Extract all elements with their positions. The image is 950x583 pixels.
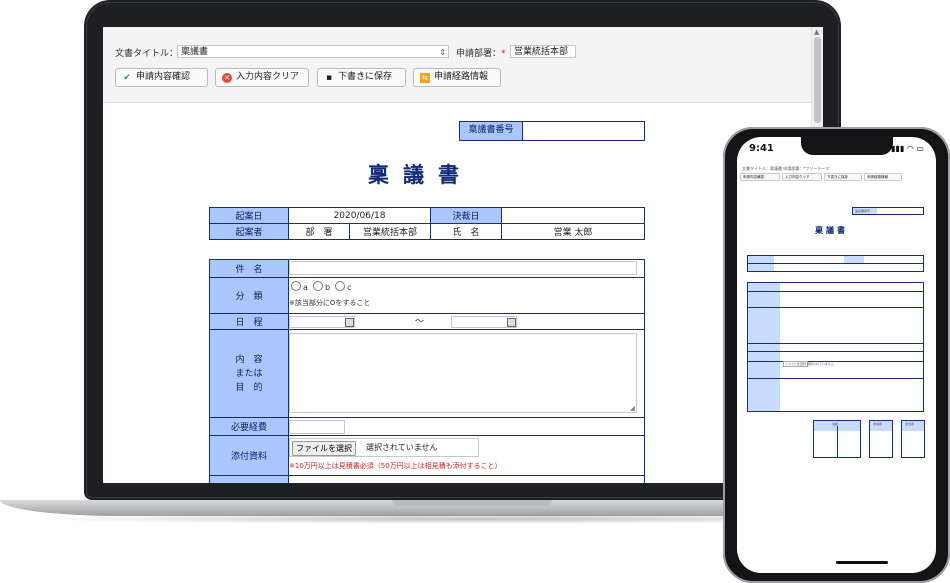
check-icon: ✔ [123,73,131,83]
route-info-label: 申請経路情報 [434,72,489,82]
radio-a-icon[interactable] [291,281,301,291]
calendar-start-icon[interactable] [345,318,354,327]
route-icon: ⇆ [420,73,430,83]
laptop-screen: 文書タイトル： 稟議書 ⇕ 申請部署：* 営業統括本部 ✔ 申請内容確認 ✕ 入… [103,27,823,483]
category-radio-group[interactable]: a b c [291,281,352,292]
purpose-label: 内 容 または 目 的 [209,329,289,418]
phone-approval-box-1: 決裁 [813,420,861,458]
radio-c-icon[interactable] [335,281,346,291]
schedule-label: 日 程 [209,313,289,330]
phone-home-indicator [836,561,888,564]
category-note: ※該当部分にOをすること [289,299,371,307]
cost-input[interactable] [289,420,345,434]
clear-button-label: 入力内容クリア [236,72,300,82]
phone-title: 稟議書 [815,225,848,235]
phone-approval-header-2: 申請者 [873,422,883,426]
phone-notch [801,137,893,155]
phone-doc-number-label: 稟議書番号 [855,209,871,213]
subject-input[interactable] [289,261,637,275]
phone-doc-number-box: 稟議書番号 [852,207,924,215]
field-options-icon[interactable]: ⇕ [439,46,446,57]
phone-info-table [747,255,924,272]
scrollbar-thumb[interactable] [814,37,821,123]
purpose-label-line1: 内 容 [235,354,263,365]
purpose-label-line3: 目 的 [235,382,263,393]
schedule-separator: ～ [415,317,425,327]
save-draft-button[interactable]: ▪ 下書きに保存 [317,68,406,87]
phone-confirm-button[interactable]: 申請内容確認 [740,173,780,181]
phone-approval-header-1: 決裁 [832,422,839,426]
decision-date-value[interactable] [501,207,645,224]
phone-approval-box-2: 申請者 [869,420,893,458]
confirm-button-label: 申請内容確認 [136,72,191,82]
dept-input[interactable]: 営業統括本部 [510,45,576,58]
form-header-bar: 文書タイトル： 稟議書 ⇕ 申請部署：* 営業統括本部 ✔ 申請内容確認 ✕ 入… [103,27,811,103]
next-row-label [209,475,289,483]
doc-number-value[interactable] [523,122,644,140]
dept-label: 申請部署：* [456,49,506,59]
choose-file-button[interactable]: ファイルを選択 [292,441,356,456]
phone-status-icons: ▮▮▮ ◠ ▭ [891,144,924,153]
doc-number-box: 稟議書番号 [459,121,645,141]
phone-main-table [747,282,924,412]
name-sub-label: 氏 名 [430,223,502,240]
phone-clear-button[interactable]: 入力内容クリア [782,173,822,181]
clear-button[interactable]: ✕ 入力内容クリア [215,68,309,87]
attach-label: 添付資料 [209,435,289,476]
purpose-textarea[interactable]: ◢ [289,333,637,413]
dept-sub-value: 営業統括本部 [349,223,431,240]
laptop-hinge-notch [392,500,552,506]
calendar-end-icon[interactable] [507,318,516,327]
phone-approval-header-3: 担当者 [905,422,915,426]
file-status-text: 選択されていません [366,443,438,452]
route-info-button[interactable]: ⇆ 申請経路情報 [413,68,501,87]
doc-title-input[interactable]: 稟議書 ⇕ [177,45,449,58]
scroll-up-icon[interactable]: ▲ [814,28,819,36]
info-table: 起案日 2020/06/18 決裁日 起案者 部 署 営業統括本部 氏 名 営業… [209,207,645,240]
phone-save-button[interactable]: 下書きに保存 [824,173,862,181]
drafter-label: 起案者 [209,223,289,240]
floppy-disk-icon: ▪ [325,73,333,83]
confirm-button[interactable]: ✔ 申請内容確認 [115,68,208,87]
phone-file-status: 選択されていません [807,362,834,366]
cost-label: 必要経費 [209,417,289,436]
save-draft-label: 下書きに保存 [338,72,393,82]
radio-b-icon[interactable] [313,281,323,291]
doc-number-label: 稟議書番号 [460,122,523,140]
dept-sub-label: 部 署 [288,223,350,240]
decision-date-label: 決裁日 [430,207,502,224]
start-date-value[interactable]: 2020/06/18 [288,207,431,224]
doc-title-value: 稟議書 [181,47,209,57]
phone-time: 9:41 [749,143,774,154]
page-title: 稟議書 [368,162,473,187]
name-sub-value: 営業 太郎 [501,223,645,240]
attach-note: ※10万円以上は見積書必須（50万円以上は相見積も添付すること） [289,462,502,470]
subject-label: 件 名 [209,259,289,278]
purpose-label-line2: または [235,368,263,379]
phone-header-text: 文書タイトル：稟議書 申請部署：*フリーテーマ [742,166,830,171]
phone-screen: 9:41 ▮▮▮ ◠ ▭ 文書タイトル：稟議書 申請部署：*フリーテーマ 申請内… [737,137,936,573]
category-label: 分 類 [209,277,289,314]
phone-approval-box-3: 担当者 [901,420,925,458]
phone-route-button[interactable]: 申請経路情報 [864,173,902,181]
next-row-cell [288,475,645,483]
file-picker[interactable]: ファイルを選択 選択されていません [289,438,479,457]
phone-choose-file-button[interactable]: ファイルを選択 [783,361,809,367]
clear-icon: ✕ [222,73,232,83]
resize-handle-icon[interactable]: ◢ [630,404,635,412]
start-date-label: 起案日 [209,207,289,224]
doc-title-label: 文書タイトル： [115,49,179,59]
